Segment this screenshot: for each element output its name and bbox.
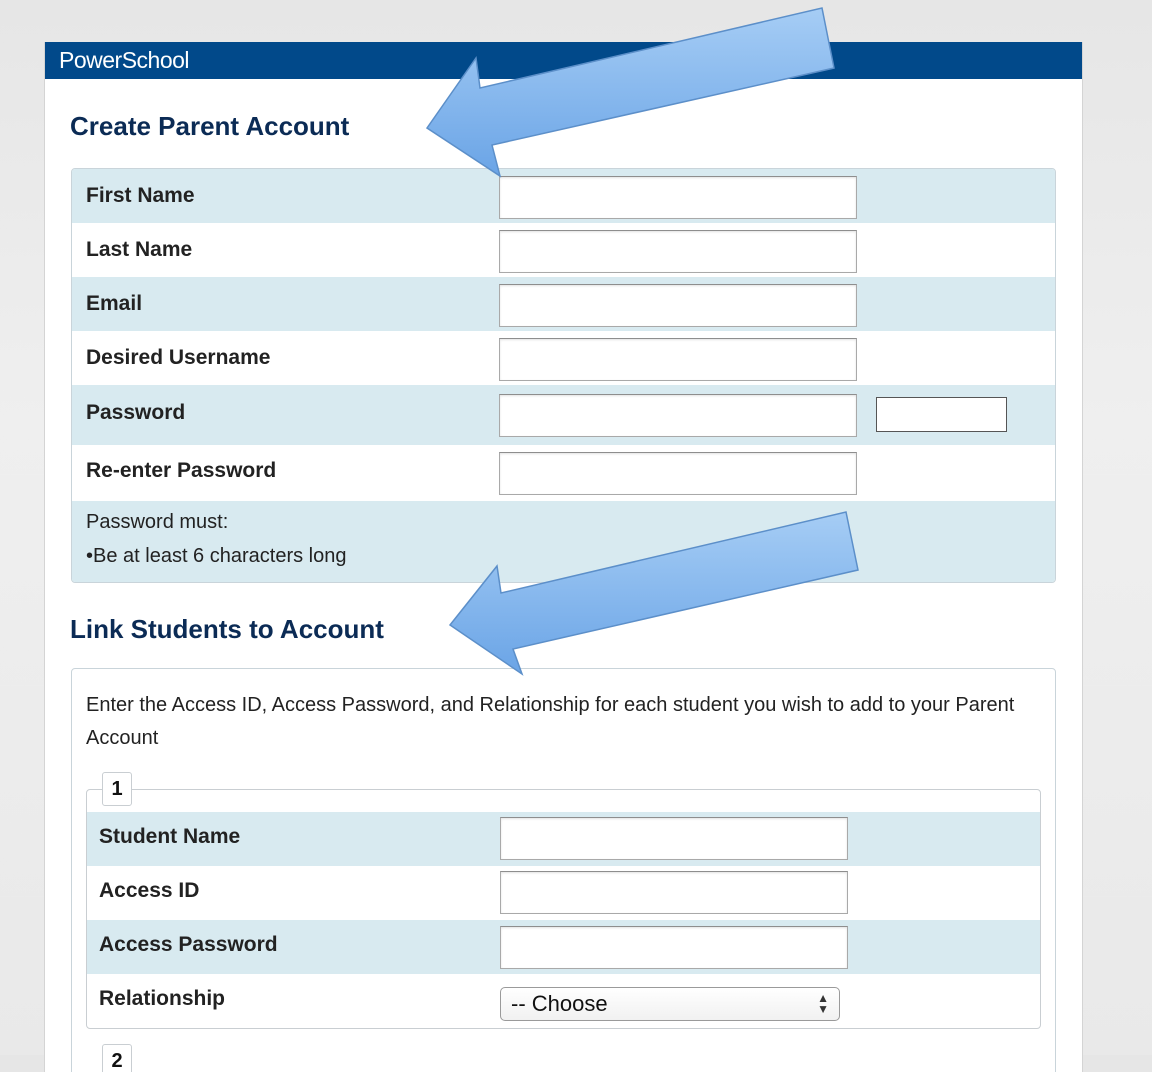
last-name-label: Last Name [86, 238, 193, 261]
student-1-fieldset: Student Name Access ID Access Password R… [86, 789, 1041, 1029]
student-name-row: Student Name [87, 812, 1040, 866]
link-instructions: Enter the Access ID, Access Password, an… [86, 694, 1015, 749]
student-name-label: Student Name [99, 825, 241, 848]
relationship-label: Relationship [99, 987, 226, 1010]
reenter-password-input[interactable] [499, 452, 857, 495]
student-1-legend: 1 [102, 772, 132, 806]
password-strength-indicator [876, 397, 1007, 432]
student-2-legend: 2 [102, 1044, 132, 1072]
username-input[interactable] [499, 338, 857, 381]
email-input[interactable] [499, 284, 857, 327]
access-id-label: Access ID [99, 879, 200, 902]
select-arrows-icon: ▲ ▼ [817, 991, 829, 1016]
password-rules-title: Password must: [86, 511, 229, 533]
relationship-row: Relationship -- Choose ▲ ▼ [87, 974, 1040, 1028]
first-name-row: First Name [72, 169, 1055, 223]
reenter-password-label: Re-enter Password [86, 459, 277, 482]
access-id-row: Access ID [87, 866, 1040, 920]
password-rules: Password must: •Be at least 6 characters… [72, 501, 1055, 582]
access-id-input[interactable] [500, 871, 848, 914]
password-rule-item: •Be at least 6 characters long [86, 545, 347, 567]
username-label: Desired Username [86, 346, 271, 369]
first-name-label: First Name [86, 184, 195, 207]
last-name-input[interactable] [499, 230, 857, 273]
relationship-select[interactable]: -- Choose ▲ ▼ [500, 987, 840, 1021]
password-label: Password [86, 401, 186, 424]
email-row: Email [72, 277, 1055, 331]
access-password-row: Access Password [87, 920, 1040, 974]
username-row: Desired Username [72, 331, 1055, 385]
email-label: Email [86, 292, 143, 315]
last-name-row: Last Name [72, 223, 1055, 277]
student-name-input[interactable] [500, 817, 848, 860]
access-password-label: Access Password [99, 933, 278, 956]
brand-bar: PowerSchool [45, 42, 1082, 79]
create-account-heading: Create Parent Account [70, 111, 350, 141]
first-name-input[interactable] [499, 176, 857, 219]
link-students-panel: Enter the Access ID, Access Password, an… [71, 668, 1056, 1072]
create-account-panel: First Name Last Name Email Desired Usern… [71, 168, 1056, 583]
password-input[interactable] [499, 394, 857, 437]
reenter-password-row: Re-enter Password [72, 445, 1055, 501]
link-students-heading: Link Students to Account [70, 614, 384, 644]
page-container: PowerSchool Create Parent Account First … [44, 42, 1083, 1072]
relationship-selected: -- Choose [511, 991, 608, 1016]
powerschool-logo: PowerSchool [59, 47, 190, 73]
access-password-input[interactable] [500, 926, 848, 969]
password-row: Password [72, 385, 1055, 445]
